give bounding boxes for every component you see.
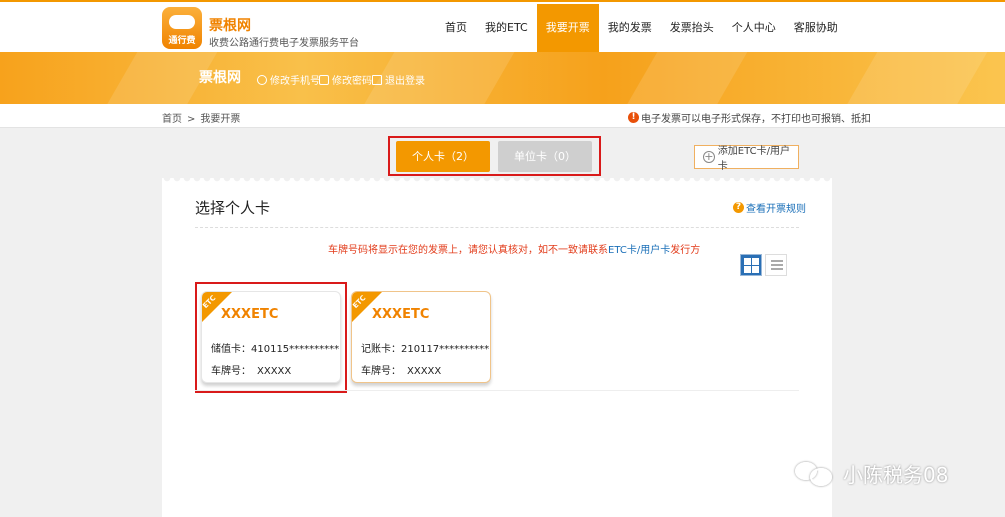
logout-icon [372, 74, 382, 85]
card-plate: XXXXX [407, 366, 442, 377]
breadcrumb-home[interactable]: 首页 [162, 114, 182, 125]
panel-title: 选择个人卡 [195, 199, 271, 217]
divider [195, 390, 799, 391]
card-plate-row: 车牌号： XXXXX [361, 362, 441, 377]
top-header: 通行费 票根网 收费公路通行费电子发票服务平台 首页 我的ETC 我要开票 我的… [0, 0, 1005, 52]
nav-home[interactable]: 首页 [436, 4, 476, 52]
card-name: XXXETC [221, 307, 279, 322]
invoice-rules-label: 查看开票规则 [746, 204, 806, 215]
logo[interactable]: 通行费 [162, 7, 202, 49]
phone-icon [257, 74, 267, 85]
change-password-link[interactable]: 修改密码 [319, 72, 372, 87]
notice: ! 电子发票可以电子形式保存，不打印也可报销、抵扣 [628, 110, 871, 125]
main-nav: 首页 我的ETC 我要开票 我的发票 发票抬头 个人中心 客服协助 [436, 4, 847, 52]
card-name: XXXETC [372, 307, 430, 322]
banner-title: 票根网 [199, 70, 241, 86]
plate-warning: 车牌号码将显示在您的发票上，请您认真核对，如不一致请联系ETC卡/用户卡发行方 [328, 241, 700, 256]
watermark-text: 小陈税务08 [843, 463, 949, 487]
logo-text: 通行费 [168, 36, 196, 46]
banner: 票根网 修改手机号 修改密码 退出登录 [0, 52, 1005, 104]
breadcrumb: 首页 > 我要开票 [162, 110, 240, 125]
list-view-icon[interactable] [765, 254, 787, 276]
plate-warning-suffix: 发行方 [670, 245, 701, 256]
wechat-icon [795, 460, 835, 488]
notice-text: 电子发票可以电子形式保存，不打印也可报销、抵扣 [641, 114, 871, 125]
tab-personal-card[interactable]: 个人卡（2） [396, 141, 490, 172]
invoice-rules-link[interactable]: ? 查看开票规则 [733, 200, 806, 215]
nav-my-etc[interactable]: 我的ETC [476, 4, 537, 52]
add-card-label: 添加ETC卡/用户卡 [717, 146, 790, 172]
card-type-label: 储值卡： [211, 344, 251, 355]
card-plate-row: 车牌号： XXXXX [211, 362, 291, 377]
card-number: 410115**********1936 [251, 344, 340, 355]
question-icon: ? [733, 202, 744, 213]
grid-view-icon[interactable] [740, 254, 762, 276]
nav-support[interactable]: 客服协助 [785, 4, 847, 52]
brand-title: 票根网 [209, 18, 251, 34]
plate-warning-link[interactable]: ETC卡/用户卡 [608, 245, 670, 256]
divider [195, 227, 799, 228]
card-plate-label: 车牌号： [361, 366, 401, 377]
banner-decoration [616, 52, 754, 104]
brand-subtitle: 收费公路通行费电子发票服务平台 [209, 38, 359, 49]
breadcrumb-bar: 首页 > 我要开票 ! 电子发票可以电子形式保存，不打印也可报销、抵扣 [0, 104, 1005, 128]
change-phone-link[interactable]: 修改手机号 [257, 72, 320, 87]
breadcrumb-current: 我要开票 [200, 114, 241, 125]
change-phone-label: 修改手机号 [270, 76, 320, 87]
card-number: 210117**********1262 [401, 344, 490, 355]
logout-link[interactable]: 退出登录 [372, 72, 425, 87]
card-plate: XXXXX [257, 366, 292, 377]
exclamation-icon: ! [628, 112, 639, 123]
card-plate-label: 车牌号： [211, 366, 251, 377]
card-number-row: 记账卡：210117**********1262 [361, 340, 490, 355]
nav-my-invoices[interactable]: 我的发票 [599, 4, 661, 52]
watermark: 小陈税务08 [795, 459, 948, 488]
card-type-label: 记账卡： [361, 344, 401, 355]
plate-warning-prefix: 车牌号码将显示在您的发票上，请您认真核对，如不一致请联系 [328, 245, 608, 256]
breadcrumb-separator: > [187, 114, 196, 125]
banner-decoration [834, 52, 996, 104]
cloud-icon [169, 15, 195, 29]
change-password-label: 修改密码 [332, 76, 372, 87]
nav-issue-invoice[interactable]: 我要开票 [536, 4, 599, 52]
lock-icon [319, 74, 329, 85]
plus-icon: + [703, 150, 715, 163]
nav-invoice-title[interactable]: 发票抬头 [661, 4, 723, 52]
etc-card[interactable]: ETC XXXETC 记账卡：210117**********1262 车牌号：… [351, 291, 491, 383]
card-number-row: 储值卡：410115**********1936 [211, 340, 340, 355]
etc-card[interactable]: ETC XXXETC 储值卡：410115**********1936 车牌号：… [201, 291, 341, 383]
add-card-button[interactable]: + 添加ETC卡/用户卡 [694, 145, 799, 172]
logout-label: 退出登录 [385, 76, 425, 87]
nav-personal-center[interactable]: 个人中心 [723, 4, 785, 52]
tab-unit-card[interactable]: 单位卡（0） [498, 141, 592, 172]
